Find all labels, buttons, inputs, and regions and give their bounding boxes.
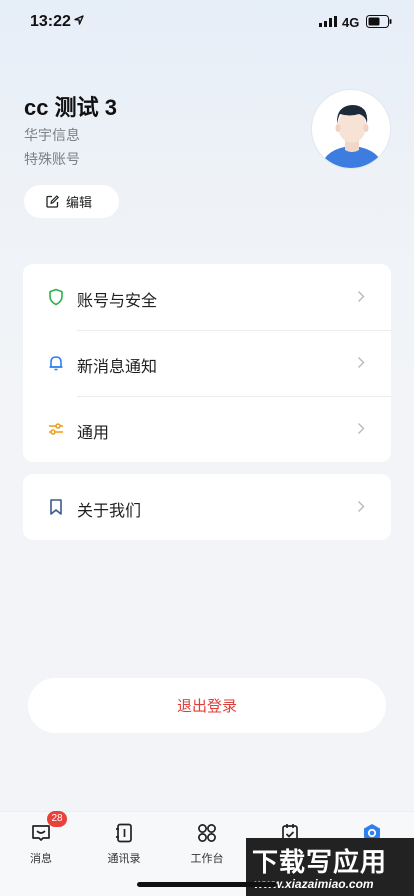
avatar[interactable]: [311, 89, 391, 169]
sliders-icon: [49, 423, 63, 435]
watermark: 下载写应用 www.xiazaimiao.com: [246, 838, 414, 896]
tab-label: 工作台: [190, 853, 224, 865]
shield-icon: [49, 288, 63, 306]
message-icon: [32, 825, 50, 841]
profile-role: 特殊账号: [24, 151, 80, 167]
edit-label: 编辑: [66, 195, 93, 210]
cellular-signal-icon: [319, 16, 337, 27]
menu-item-label: 账号与安全: [77, 293, 158, 310]
logout-label: 退出登录: [176, 698, 237, 715]
battery-icon: [366, 15, 392, 28]
apps-grid-icon: [198, 824, 216, 842]
menu-item-label: 新消息通知: [77, 359, 158, 376]
address-book-icon: [116, 823, 132, 843]
status-time: 13:22: [30, 13, 71, 30]
menu-item-account-security[interactable]: 账号与安全: [23, 264, 391, 330]
tab-contacts[interactable]: 通讯录: [94, 822, 154, 872]
tab-label: 通讯录: [107, 853, 141, 865]
settings-card: 账号与安全 新消息通知 通用: [23, 264, 391, 462]
home-indicator[interactable]: [137, 882, 277, 887]
profile-name: cc 测试 3: [24, 95, 117, 120]
menu-item-general[interactable]: 通用: [23, 396, 391, 462]
edit-profile-button[interactable]: 编辑: [24, 185, 119, 218]
chevron-right-icon: [358, 357, 365, 368]
avatar-illustration: [320, 105, 384, 168]
tab-messages[interactable]: 消息: [11, 822, 71, 872]
chevron-right-icon: [358, 291, 365, 302]
chevron-right-icon: [358, 501, 365, 512]
profile-organization: 华宇信息: [24, 127, 80, 143]
network-type: 4G: [342, 15, 360, 30]
edit-icon: [46, 195, 59, 208]
watermark-title: 下载写应用: [252, 847, 388, 877]
location-arrow-icon: [74, 15, 84, 25]
unread-badge: 28: [47, 811, 67, 827]
menu-item-notifications[interactable]: 新消息通知: [23, 330, 391, 396]
menu-item-label: 关于我们: [77, 503, 142, 520]
status-bar: 13:22 4G: [0, 0, 414, 44]
tab-workbench[interactable]: 工作台: [177, 822, 237, 872]
chevron-right-icon: [358, 423, 365, 434]
logout-button[interactable]: 退出登录: [28, 678, 386, 733]
bookmark-icon: [50, 499, 62, 515]
menu-item-label: 通用: [77, 425, 110, 442]
tab-label: 消息: [30, 853, 52, 865]
bell-icon: [49, 356, 63, 371]
menu-item-about-us[interactable]: 关于我们: [23, 474, 391, 540]
about-card: 关于我们: [23, 474, 391, 540]
